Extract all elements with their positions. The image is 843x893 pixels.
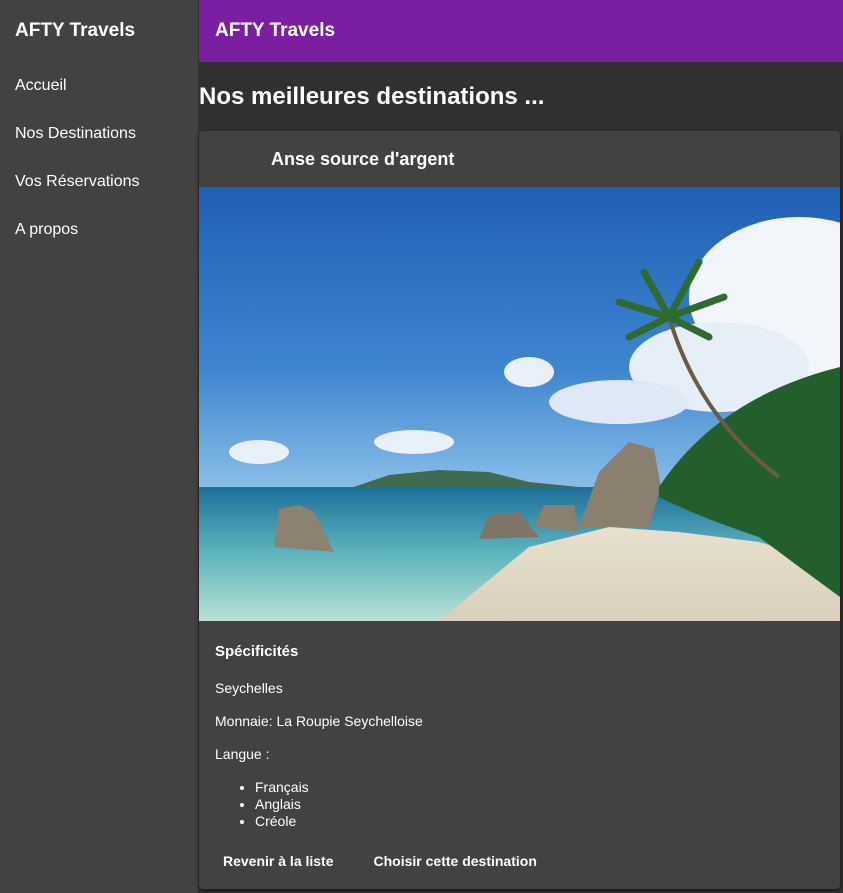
card-actions: Revenir à la liste Choisir cette destina…: [207, 843, 553, 879]
currency-text: Monnaie: La Roupie Seychelloise: [215, 713, 423, 729]
toolbar-title: AFTY Travels: [215, 20, 336, 41]
page-title: Nos meilleures destinations ...: [199, 83, 545, 110]
country-text: Seychelles: [215, 680, 283, 696]
destination-card: Anse source d'argent Spécificités Seyche…: [199, 131, 840, 889]
sidebar: AFTY Travels Accueil Nos Destinations Vo…: [0, 0, 198, 893]
card-title: Anse source d'argent: [271, 149, 455, 169]
specifications-heading: Spécificités: [215, 643, 299, 660]
sidebar-brand: AFTY Travels: [15, 20, 136, 41]
sidebar-item-reservations[interactable]: Vos Réservations: [0, 158, 198, 206]
main-area: AFTY Travels Nos meilleures destinations…: [199, 0, 843, 893]
list-item: Créole: [255, 813, 824, 830]
card-content: Spécificités Seychelles Monnaie: La Roup…: [199, 621, 840, 830]
language-list: Français Anglais Créole: [215, 779, 824, 830]
language-label: Langue :: [215, 746, 270, 762]
back-to-list-button[interactable]: Revenir à la liste: [207, 843, 350, 879]
choose-destination-button[interactable]: Choisir cette destination: [358, 843, 553, 879]
destination-photo: [199, 187, 840, 621]
list-item: Anglais: [255, 796, 824, 813]
top-toolbar: AFTY Travels: [199, 0, 843, 62]
sidebar-item-accueil[interactable]: Accueil: [0, 62, 198, 110]
list-item: Français: [255, 779, 824, 796]
sidebar-item-a-propos[interactable]: A propos: [0, 206, 198, 254]
sidebar-item-destinations[interactable]: Nos Destinations: [0, 110, 198, 158]
